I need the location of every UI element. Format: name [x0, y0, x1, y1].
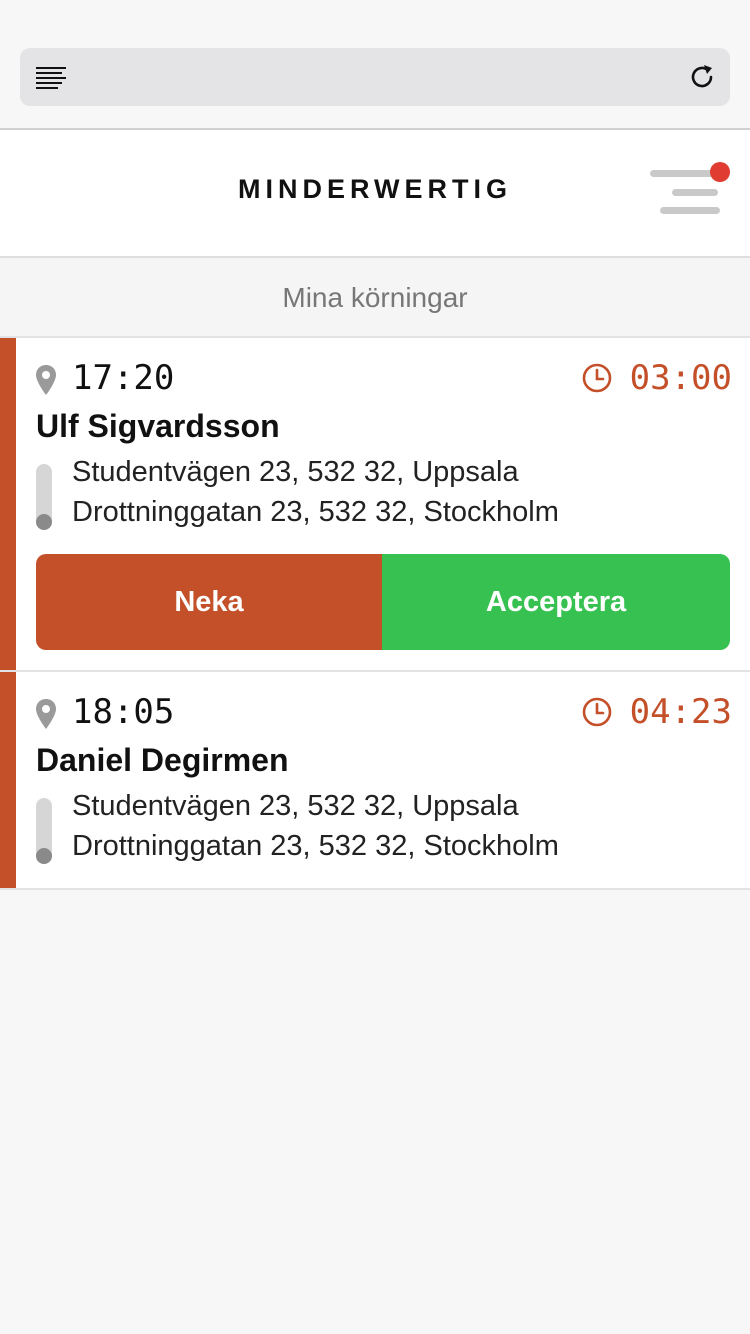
hamburger-menu-icon[interactable]: [646, 160, 736, 220]
pickup-time: 18:05: [72, 692, 175, 732]
countdown-timer: 03:00: [629, 358, 732, 398]
location-pin-icon: [36, 699, 56, 729]
page-title: Mina körningar: [0, 258, 750, 338]
browser-toolbar: [0, 0, 750, 130]
customer-name: Daniel Degirmen: [36, 742, 289, 778]
ride-accent-bar: [0, 338, 16, 670]
app-header: MINDERWERTIG: [0, 130, 750, 258]
dropoff-address: Drottninggatan 23, 532 32, Stockholm: [72, 496, 559, 528]
route-indicator: [36, 798, 52, 864]
ride-accent-bar: [0, 672, 16, 888]
reader-view-icon[interactable]: [36, 67, 66, 89]
address-bar[interactable]: [20, 48, 730, 106]
pickup-time: 17:20: [72, 358, 175, 398]
reload-icon[interactable]: [686, 61, 718, 93]
customer-name: Ulf Sigvardsson: [36, 408, 280, 444]
dropoff-address: Drottninggatan 23, 532 32, Stockholm: [72, 830, 559, 862]
location-pin-icon: [36, 365, 56, 395]
brand-logo: MINDERWERTIG: [238, 174, 512, 204]
clock-icon: [582, 363, 612, 393]
accept-button[interactable]: Acceptera: [382, 554, 730, 650]
pickup-address: Studentvägen 23, 532 32, Uppsala: [72, 456, 519, 488]
route-indicator: [36, 464, 52, 530]
pickup-address: Studentvägen 23, 532 32, Uppsala: [72, 790, 519, 822]
decline-button[interactable]: Neka: [36, 554, 382, 650]
ride-actions: Neka Acceptera: [36, 554, 730, 650]
countdown-timer: 04:23: [629, 692, 732, 732]
clock-icon: [582, 697, 612, 727]
notification-dot: [710, 162, 730, 182]
ride-card[interactable]: 17:20 03:00 Ulf Sigvardsson Studentvägen…: [0, 338, 750, 672]
ride-card[interactable]: 18:05 04:23 Daniel Degirmen Studentvägen…: [0, 672, 750, 890]
